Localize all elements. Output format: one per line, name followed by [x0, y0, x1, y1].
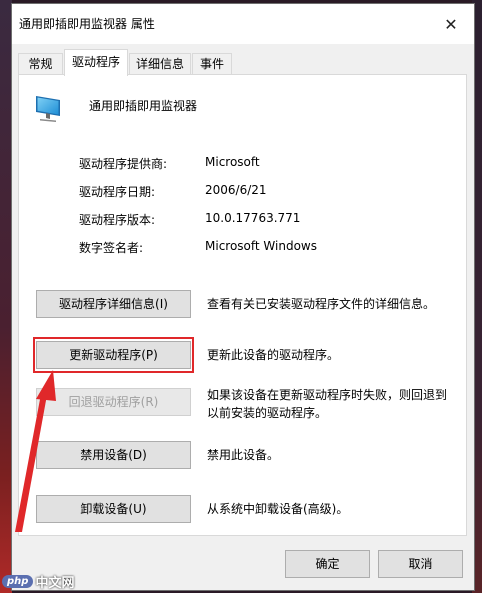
- watermark-text: 中文网: [35, 575, 75, 591]
- tab-driver[interactable]: 驱动程序: [64, 49, 128, 76]
- disable-device-button[interactable]: 禁用设备(D): [36, 441, 191, 469]
- version-value: 10.0.17763.771: [205, 211, 301, 225]
- date-label: 驱动程序日期:: [79, 185, 156, 199]
- tab-details[interactable]: 详细信息: [129, 53, 191, 75]
- site-watermark: php 中文网: [2, 572, 75, 591]
- watermark-badge: php: [2, 574, 34, 588]
- date-value: 2006/6/21: [205, 183, 267, 197]
- provider-label: 驱动程序提供商:: [79, 157, 168, 171]
- disable-device-description: 禁用此设备。: [207, 448, 280, 462]
- properties-dialog: 通用即插即用监视器 属性 ✕ 常规 驱动程序 详细信息 事件 通用即插即用监视器…: [11, 3, 475, 591]
- tab-label: 驱动程序: [71, 55, 120, 69]
- driver-details-description: 查看有关已安装驱动程序文件的详细信息。: [207, 297, 436, 311]
- version-label: 驱动程序版本:: [79, 213, 156, 227]
- close-button[interactable]: ✕: [428, 4, 474, 44]
- title-bar[interactable]: 通用即插即用监视器 属性 ✕: [12, 4, 474, 44]
- uninstall-device-button[interactable]: 卸载设备(U): [36, 495, 191, 523]
- tab-general[interactable]: 常规: [18, 53, 63, 75]
- uninstall-device-description: 从系统中卸载设备(高级)。: [207, 502, 349, 516]
- rollback-driver-button[interactable]: 回退驱动程序(R): [36, 388, 191, 416]
- rollback-driver-description: 如果该设备在更新驱动程序时失败，则回退到以前安装的驱动程序。: [207, 388, 448, 420]
- signer-value: Microsoft Windows: [205, 239, 317, 253]
- window-title: 通用即插即用监视器 属性: [19, 17, 155, 31]
- tab-label: 事件: [199, 57, 224, 71]
- cancel-button[interactable]: 取消: [378, 550, 463, 578]
- signer-label: 数字签名者:: [79, 241, 144, 255]
- tab-events[interactable]: 事件: [192, 53, 232, 75]
- monitor-icon: [36, 96, 60, 122]
- ok-button[interactable]: 确定: [285, 550, 370, 578]
- driver-details-button[interactable]: 驱动程序详细信息(I): [36, 290, 191, 318]
- driver-tab-panel: 通用即插即用监视器 驱动程序提供商: Microsoft 驱动程序日期: 200…: [18, 74, 467, 536]
- device-name: 通用即插即用监视器: [89, 99, 198, 113]
- close-icon: ✕: [444, 14, 458, 34]
- update-driver-button[interactable]: 更新驱动程序(P): [36, 341, 191, 369]
- tab-label: 详细信息: [135, 57, 184, 71]
- update-driver-description: 更新此设备的驱动程序。: [207, 348, 340, 362]
- provider-value: Microsoft: [205, 155, 260, 169]
- tab-bar: 常规 驱动程序 详细信息 事件: [18, 49, 468, 76]
- tab-label: 常规: [28, 57, 53, 71]
